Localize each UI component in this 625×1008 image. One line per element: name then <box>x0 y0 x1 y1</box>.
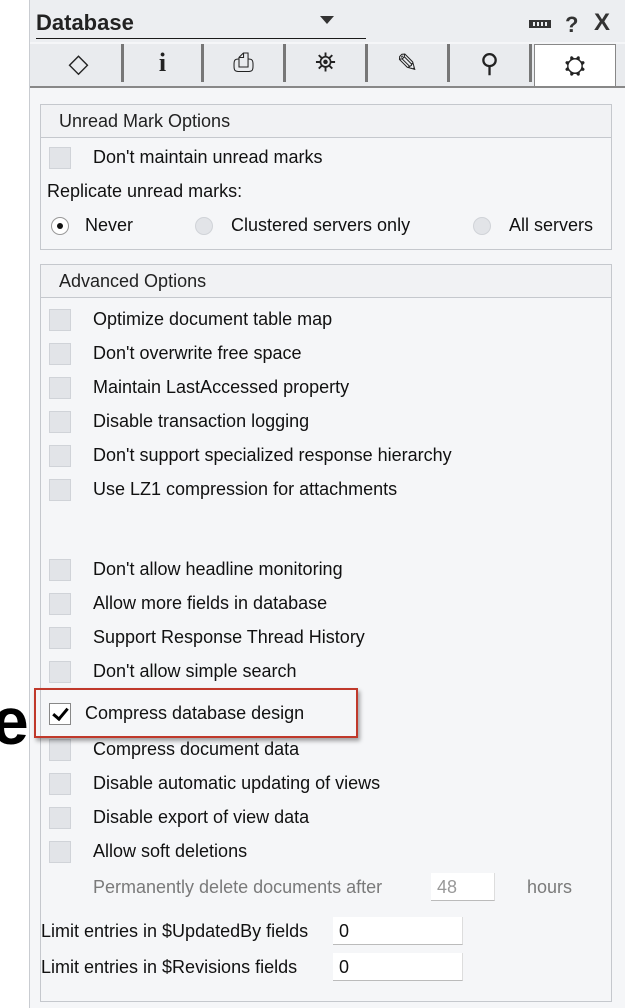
diamond-icon: ◇ <box>68 47 89 78</box>
tab-design[interactable]: ⛯ <box>286 44 368 82</box>
close-button[interactable]: X <box>594 9 610 37</box>
radio-label: Clustered servers only <box>231 215 411 235</box>
pin-icon[interactable] <box>529 20 551 28</box>
radio-clustered-servers[interactable] <box>195 217 213 235</box>
checkbox-label: Optimize document table map <box>93 309 333 329</box>
checkbox-label: Compress database design <box>85 703 305 723</box>
dont-support-response-hierarchy-checkbox[interactable] <box>49 445 71 467</box>
radio-all-servers[interactable] <box>473 217 491 235</box>
hours-label: hours <box>527 877 573 897</box>
checkbox-label: Don't overwrite free space <box>93 343 302 363</box>
replicate-unread-label: Replicate unread marks: <box>47 181 243 201</box>
design-icon: ⛯ <box>315 47 336 77</box>
updatedby-row: Limit entries in $UpdatedBy fields 0 <box>41 917 613 949</box>
checkbox-label: Disable export of view data <box>93 807 310 827</box>
magnifier-icon: ⚲ <box>479 47 500 78</box>
tab-basics[interactable]: ◇ <box>36 44 124 82</box>
soft-delete-label: Permanently delete documents after <box>93 877 383 897</box>
revisions-label: Limit entries in $Revisions fields <box>41 957 298 977</box>
info-icon: i <box>158 48 167 77</box>
unread-mark-options-section: Unread Mark Options Don't maintain unrea… <box>40 104 612 250</box>
checkbox-label: Don't maintain unread marks <box>93 147 323 167</box>
printer-icon: ⎙ <box>233 47 254 77</box>
section-header: Unread Mark Options <box>41 105 611 138</box>
allow-soft-deletions-checkbox[interactable] <box>49 841 71 863</box>
soft-delete-hours-input[interactable]: 48 <box>431 873 495 901</box>
disable-export-view-data-checkbox[interactable] <box>49 807 71 829</box>
compress-database-design-checkbox[interactable] <box>49 703 71 725</box>
maintain-lastaccessed-checkbox[interactable] <box>49 377 71 399</box>
properties-type-dropdown[interactable]: Database <box>36 10 366 39</box>
tab-strip: ◇ i ⎙ ⛯ ✎ ⚲ ⛭ <box>30 44 625 88</box>
radio-never[interactable] <box>51 217 69 235</box>
panel-title: Database <box>36 10 134 35</box>
updatedby-limit-input[interactable]: 0 <box>333 917 463 945</box>
checkbox-label: Don't allow headline monitoring <box>93 559 343 579</box>
response-thread-history-checkbox[interactable] <box>49 627 71 649</box>
tab-fulltext[interactable]: ⚲ <box>450 44 532 82</box>
lz1-compression-checkbox[interactable] <box>49 479 71 501</box>
disable-auto-view-update-checkbox[interactable] <box>49 773 71 795</box>
replicate-radio-group: Never Clustered servers only All servers <box>41 213 613 243</box>
disable-transaction-logging-checkbox[interactable] <box>49 411 71 433</box>
section-heading: Advanced Options <box>59 271 207 291</box>
advanced-options-section: Advanced Options Optimize document table… <box>40 264 612 1002</box>
tab-advanced[interactable]: ⛭ <box>534 44 616 86</box>
dont-allow-simple-search-checkbox[interactable] <box>49 661 71 683</box>
tab-info[interactable]: i <box>124 44 204 82</box>
revisions-row: Limit entries in $Revisions fields 0 <box>41 953 613 985</box>
dont-maintain-unread-checkbox[interactable] <box>49 147 71 169</box>
checkbox-label: Allow soft deletions <box>93 841 248 861</box>
help-button[interactable]: ? <box>565 12 578 38</box>
checkbox-label: Support Response Thread History <box>93 627 365 647</box>
title-bar: Database ? X <box>30 0 625 42</box>
allow-more-fields-checkbox[interactable] <box>49 593 71 615</box>
radio-label: Never <box>85 215 134 235</box>
checkbox-label: Don't allow simple search <box>93 661 297 681</box>
database-properties-panel: Database ? X ◇ i ⎙ ⛯ ✎ ⚲ ⛭ Unread Mark O… <box>29 0 625 1008</box>
chevron-down-icon <box>320 16 334 24</box>
checkbox-label: Don't support specialized response hiera… <box>93 445 452 465</box>
checkbox-label: Maintain LastAccessed property <box>93 377 350 397</box>
checkbox-label: Allow more fields in database <box>93 593 328 613</box>
radio-label: All servers <box>509 215 594 235</box>
checkbox-label: Use LZ1 compression for attachments <box>93 479 398 499</box>
dont-allow-headline-monitoring-checkbox[interactable] <box>49 559 71 581</box>
section-heading: Unread Mark Options <box>59 111 231 131</box>
checkbox-label: Disable transaction logging <box>93 411 310 431</box>
tab-print[interactable]: ⎙ <box>204 44 286 82</box>
updatedby-label: Limit entries in $UpdatedBy fields <box>41 921 309 941</box>
checkbox-label: Compress document data <box>93 739 300 759</box>
tab-launch[interactable]: ✎ <box>368 44 450 82</box>
revisions-limit-input[interactable]: 0 <box>333 953 463 981</box>
background-text-fragment: e <box>0 684 29 758</box>
soft-delete-row: Permanently delete documents after 48 ho… <box>41 873 613 905</box>
dont-overwrite-free-space-checkbox[interactable] <box>49 343 71 365</box>
compress-document-data-checkbox[interactable] <box>49 739 71 761</box>
section-header: Advanced Options <box>41 265 611 298</box>
advanced-propeller-icon: ⛭ <box>564 49 586 80</box>
checkbox-label: Disable automatic updating of views <box>93 773 381 793</box>
rocket-icon: ✎ <box>396 47 419 78</box>
optimize-table-map-checkbox[interactable] <box>49 309 71 331</box>
